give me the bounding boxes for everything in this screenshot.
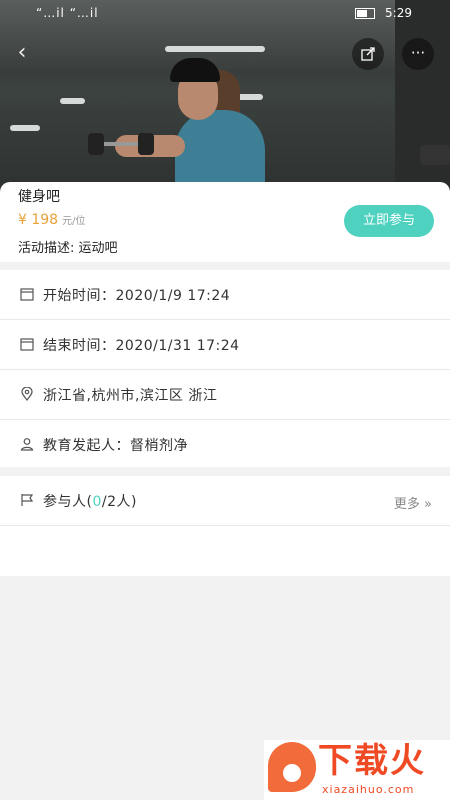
signal-icon: “…il “…il [36, 6, 99, 20]
watermark-en: xiazaihuo.com [322, 783, 415, 796]
status-time: 5:29 [385, 6, 412, 20]
activity-title: 健身吧 [18, 189, 60, 205]
participants-section: 参与人(0/2人) 更多 » [0, 476, 450, 576]
participants-prefix: 参与人( [43, 494, 93, 510]
organizer-row: 教育发起人：督梢剂净 [0, 420, 450, 470]
person-icon [20, 438, 34, 451]
ceiling-lamp [60, 98, 85, 104]
dumbbell [420, 145, 450, 165]
pillar [395, 0, 450, 200]
organizer: 教育发起人：督梢剂净 [43, 438, 188, 454]
divider [0, 262, 450, 270]
end-time-row: 结束时间：2020/1/31 17:24 [0, 320, 450, 370]
location: 浙江省,杭州市,滨江区 浙江 [43, 388, 218, 404]
end-time: 结束时间：2020/1/31 17:24 [43, 338, 240, 354]
activity-description: 活动描述: 运动吧 [18, 241, 118, 256]
start-time: 开始时间：2020/1/9 17:24 [43, 288, 231, 304]
participants-suffix: /2人) [101, 494, 137, 510]
join-button[interactable]: 立即参与 [344, 205, 434, 237]
dumbbell [88, 133, 154, 155]
participants-row[interactable]: 参与人(0/2人) 更多 » [0, 476, 450, 526]
calendar-icon [20, 288, 34, 301]
activity-price: ¥ 198 元/位 [18, 212, 85, 228]
ceiling-lamp [10, 125, 40, 131]
logo-dot [283, 764, 301, 782]
price-unit: 元/位 [62, 216, 86, 227]
battery-icon [355, 8, 376, 19]
more-link[interactable]: 更多 » [394, 493, 432, 512]
status-bar: “…il “…il 5:29 [0, 0, 450, 28]
divider [0, 467, 450, 476]
flag-icon [21, 494, 34, 506]
location-row: 浙江省,杭州市,滨江区 浙江 [0, 370, 450, 420]
participants-label: 参与人(0/2人) [43, 491, 137, 511]
watermark-cn: 下载火 [318, 741, 426, 781]
start-time-row: 开始时间：2020/1/9 17:24 [0, 270, 450, 320]
more-options-icon[interactable]: ··· [402, 38, 434, 70]
ceiling-lamp [165, 46, 265, 52]
price-value: ¥ 198 [18, 212, 59, 228]
activity-info-card: 健身吧 ¥ 198 元/位 活动描述: 运动吧 立即参与 [0, 182, 450, 262]
hero-image [0, 0, 450, 200]
activity-details: 开始时间：2020/1/9 17:24 结束时间：2020/1/31 17:24… [0, 270, 450, 470]
share-icon[interactable] [352, 38, 384, 70]
back-icon[interactable]: ‹ [10, 42, 34, 66]
location-pin-icon [21, 387, 33, 401]
participants-count: 0 [92, 494, 102, 510]
calendar-icon [20, 338, 34, 351]
watermark-logo: 下载火 xiazaihuo.com [264, 740, 450, 800]
